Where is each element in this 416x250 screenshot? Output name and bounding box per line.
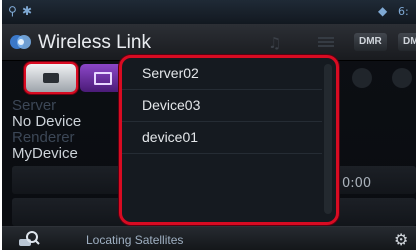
server-label: Server bbox=[12, 97, 57, 114]
server-button[interactable] bbox=[26, 64, 76, 92]
device-list-popup: Server02 Device03 device01 bbox=[122, 58, 336, 222]
random-button[interactable] bbox=[392, 68, 412, 88]
bluetooth-icon: ✱ bbox=[22, 4, 33, 18]
device-list: Server02 Device03 device01 bbox=[122, 58, 322, 154]
wifi-icon: ◆ bbox=[378, 4, 388, 18]
screen: ⚲ ✱ ◆ 6: Wireless Link ♫ DMR DM Server N… bbox=[2, 0, 416, 250]
dmr-button-2[interactable]: DM bbox=[398, 33, 416, 51]
repeat-button[interactable] bbox=[352, 68, 372, 88]
gear-icon[interactable]: ⚙ bbox=[394, 230, 408, 249]
bottom-bar: Locating Satellites ⚙ bbox=[2, 226, 416, 250]
list-icon[interactable] bbox=[318, 37, 334, 48]
status-bar: ⚲ ✱ ◆ 6: bbox=[2, 0, 416, 24]
music-icon[interactable]: ♫ bbox=[268, 34, 281, 52]
play-time: 0:00 bbox=[342, 176, 372, 191]
usb-icon: ⚲ bbox=[8, 4, 17, 18]
status-text: Locating Satellites bbox=[86, 233, 184, 247]
clock: 6: bbox=[398, 5, 409, 18]
renderer-value: MyDevice bbox=[12, 145, 78, 162]
scrollbar[interactable] bbox=[324, 64, 332, 214]
list-item[interactable]: device01 bbox=[122, 122, 322, 154]
server-icon bbox=[43, 73, 59, 83]
dmr-button[interactable]: DMR bbox=[354, 33, 387, 51]
renderer-label: Renderer bbox=[12, 129, 75, 146]
app-title: Wireless Link bbox=[38, 32, 151, 53]
list-item[interactable]: Server02 bbox=[122, 58, 322, 90]
server-value: No Device bbox=[12, 113, 82, 130]
search-icon[interactable] bbox=[18, 230, 40, 248]
wireless-link-icon bbox=[10, 35, 31, 49]
list-item[interactable]: Device03 bbox=[122, 90, 322, 122]
renderer-button[interactable] bbox=[80, 64, 124, 92]
renderer-icon bbox=[94, 72, 112, 85]
title-bar: Wireless Link ♫ DMR DM bbox=[2, 24, 416, 61]
